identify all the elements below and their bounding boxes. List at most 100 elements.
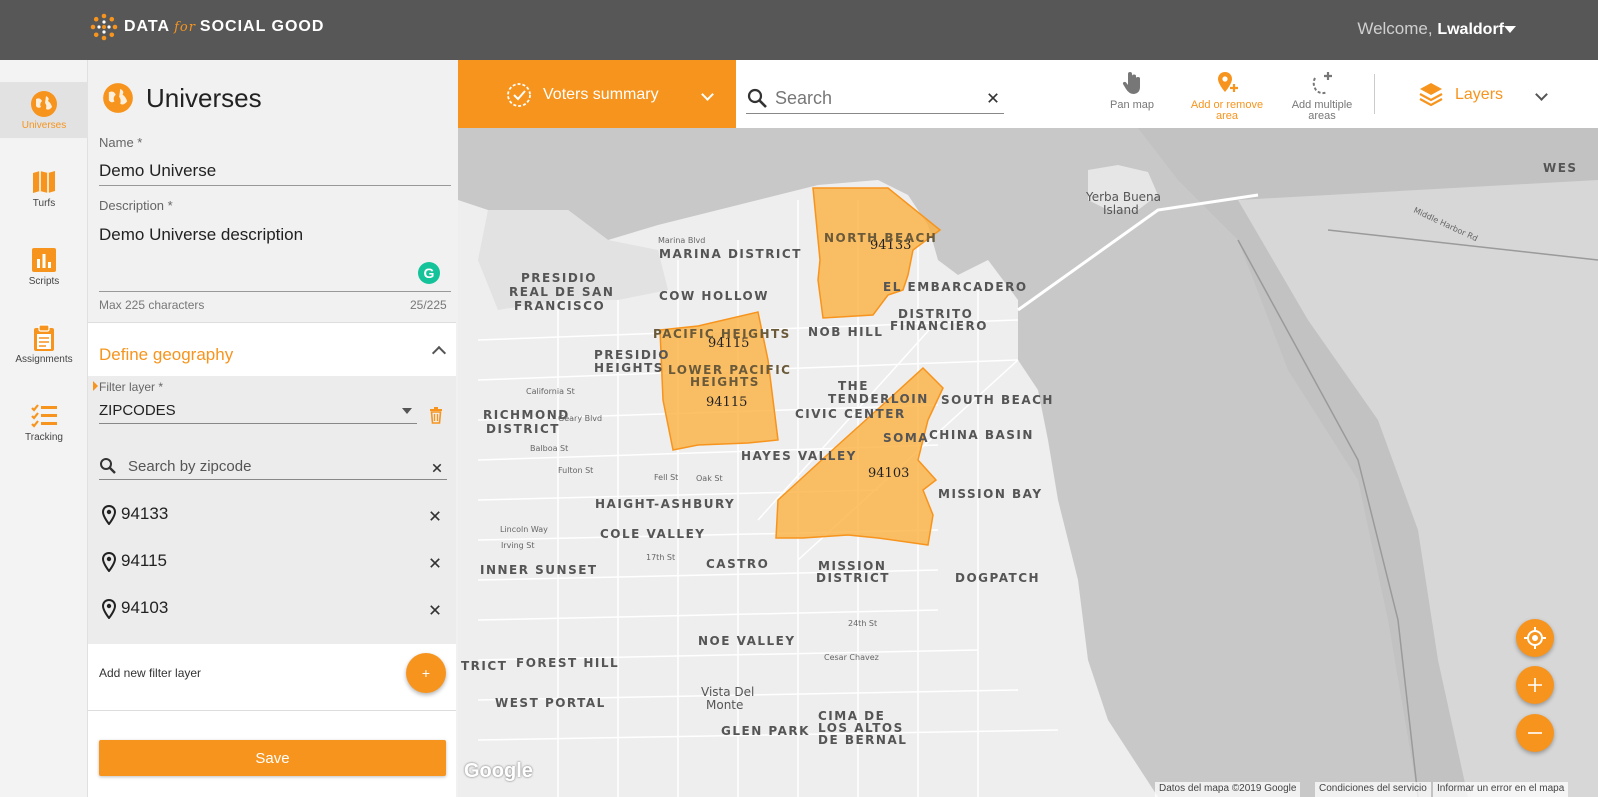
name-field[interactable]: Demo Universe	[99, 161, 216, 181]
check-circle-icon	[507, 83, 531, 107]
map-place-label: TENDERLOIN	[828, 392, 929, 406]
map-place-label: HEIGHTS	[594, 361, 664, 375]
remove-zipcode-icon[interactable]	[429, 510, 441, 522]
top-bar: DATA for SOCIAL GOOD Welcome, Lwaldorf	[0, 0, 1598, 60]
map-place-label: SOUTH BEACH	[941, 393, 1054, 407]
map-place-label: MARINA DISTRICT	[659, 247, 802, 261]
zipcode-list-item: 94133	[99, 500, 447, 530]
report-map-error-link[interactable]: Informar un error en el mapa	[1433, 782, 1569, 797]
voters-summary-label: Voters summary	[543, 86, 659, 103]
zipcode-search[interactable]: Search by zipcode	[99, 454, 447, 480]
remove-zipcode-icon[interactable]	[429, 604, 441, 616]
user-menu-caret-icon[interactable]	[1504, 26, 1516, 33]
map-place-label: PRESIDIO	[521, 271, 597, 285]
layers-icon[interactable]	[1418, 81, 1444, 107]
save-button[interactable]: Save	[99, 740, 446, 776]
map-area[interactable]: 94133 94115 94115 94103 MARINA DISTRICT …	[458, 60, 1598, 797]
map-toolbar: Voters summary Search Pan map Add or rem…	[458, 60, 1598, 128]
chevron-down-icon[interactable]	[701, 88, 714, 101]
clear-map-search-icon[interactable]	[987, 92, 999, 104]
welcome-text[interactable]: Welcome, Lwaldorf	[1357, 19, 1504, 39]
map-place-label: CHINA BASIN	[929, 428, 1034, 442]
nav-item-tracking[interactable]: Tracking	[0, 394, 88, 450]
map-place-label: PACIFIC HEIGHTS	[653, 327, 791, 341]
map-place-label: Vista Del	[701, 685, 754, 699]
left-nav: Universes Turfs Scripts Assignments Trac…	[0, 60, 88, 797]
map-place-label: DISTRICT	[816, 571, 890, 585]
location-pin-icon	[102, 505, 116, 525]
map-place-label: DE BERNAL	[818, 733, 907, 747]
add-remove-area-tool[interactable]: Add or remove area	[1182, 70, 1272, 122]
map-place-label: RICHMOND	[483, 408, 570, 422]
layers-button[interactable]: Layers	[1455, 86, 1503, 104]
zoom-out-button[interactable]	[1516, 714, 1554, 752]
save-area: Save	[88, 710, 456, 797]
map-place-label: TRICT	[461, 659, 507, 673]
description-field-underline	[99, 291, 451, 292]
pan-map-tool[interactable]: Pan map	[1087, 70, 1177, 111]
nav-item-scripts[interactable]: Scripts	[0, 238, 88, 294]
map-place-label: WES	[1543, 161, 1578, 175]
zipcode-search-input[interactable]: Search by zipcode	[128, 458, 251, 475]
map-place-label: REAL DE SAN	[509, 285, 614, 299]
lasso-add-icon	[1312, 72, 1332, 95]
map-place-label: INNER SUNSET	[480, 563, 598, 577]
trash-icon[interactable]	[428, 406, 444, 424]
location-pin-icon	[102, 599, 116, 619]
map-data-attribution: Datos del mapa ©2019 Google	[1155, 782, 1301, 797]
sunburst-logo-icon	[90, 13, 118, 41]
search-icon	[747, 88, 767, 108]
map-search-underline	[746, 113, 1004, 114]
clipboard-icon	[34, 324, 54, 351]
search-icon	[100, 458, 116, 474]
nav-item-universes[interactable]: Universes	[0, 82, 88, 138]
zipcode-value: 94133	[121, 504, 169, 523]
street-label: 24th St	[848, 619, 877, 628]
add-filter-layer-button[interactable]: +	[406, 653, 446, 693]
remove-zipcode-icon[interactable]	[429, 557, 441, 569]
brand-logo[interactable]: DATA for SOCIAL GOOD	[90, 13, 324, 41]
zipcode-list-item: 94103	[99, 594, 447, 624]
zipcode-value: 94103	[121, 598, 169, 617]
map-icon	[33, 171, 55, 193]
add-multiple-areas-label-2: areas	[1308, 110, 1336, 122]
map-search-input[interactable]: Search	[775, 88, 832, 109]
select-caret-icon[interactable]	[402, 408, 412, 414]
map-place-label: MISSION BAY	[938, 487, 1043, 501]
map-canvas[interactable]: 94133 94115 94115 94103 MARINA DISTRICT …	[458, 60, 1598, 797]
minus-icon	[1528, 732, 1542, 734]
street-label: Fell St	[654, 473, 678, 482]
voters-summary-tab[interactable]: Voters summary	[458, 60, 736, 128]
filter-layer-select[interactable]: ZIPCODES	[99, 402, 176, 419]
hand-icon	[1122, 72, 1140, 94]
toolbar-divider	[1374, 74, 1375, 114]
chevron-up-icon[interactable]	[431, 345, 447, 361]
add-remove-area-label-2: area	[1215, 110, 1239, 122]
map-place-label: FRANCISCO	[514, 299, 605, 313]
zoom-in-button[interactable]	[1516, 666, 1554, 704]
map-place-label: CIVIC CENTER	[795, 407, 906, 421]
map-place-label: NOE VALLEY	[698, 634, 796, 648]
add-multiple-areas-tool[interactable]: Add multiple areas	[1277, 70, 1367, 122]
street-label: 17th St	[646, 553, 675, 562]
map-place-label: Yerba Buena	[1085, 190, 1161, 204]
map-place-label: Monte	[706, 698, 743, 712]
description-field[interactable]: Demo Universe description	[99, 225, 303, 245]
define-geography-title[interactable]: Define geography	[99, 345, 233, 365]
map-place-label: PRESIDIO	[594, 348, 670, 362]
street-label: Geary Blvd	[558, 414, 602, 423]
nav-label-turfs: Turfs	[32, 198, 56, 209]
name-field-underline	[99, 185, 451, 186]
define-geography-section: Define geography Filter layer * ZIPCODES…	[88, 322, 456, 710]
grammarly-icon[interactable]: G	[418, 262, 440, 284]
google-logo: Google	[464, 760, 533, 782]
chevron-down-icon[interactable]	[1535, 88, 1548, 101]
terms-of-service-link[interactable]: Condiciones del servicio	[1315, 782, 1431, 797]
nav-label-tracking: Tracking	[25, 432, 63, 443]
clear-search-icon[interactable]	[432, 463, 443, 474]
street-label: Marina Blvd	[658, 236, 705, 245]
globe-icon	[103, 83, 133, 113]
nav-item-assignments[interactable]: Assignments	[0, 316, 88, 372]
nav-item-turfs[interactable]: Turfs	[0, 160, 88, 216]
my-location-button[interactable]	[1516, 619, 1554, 657]
